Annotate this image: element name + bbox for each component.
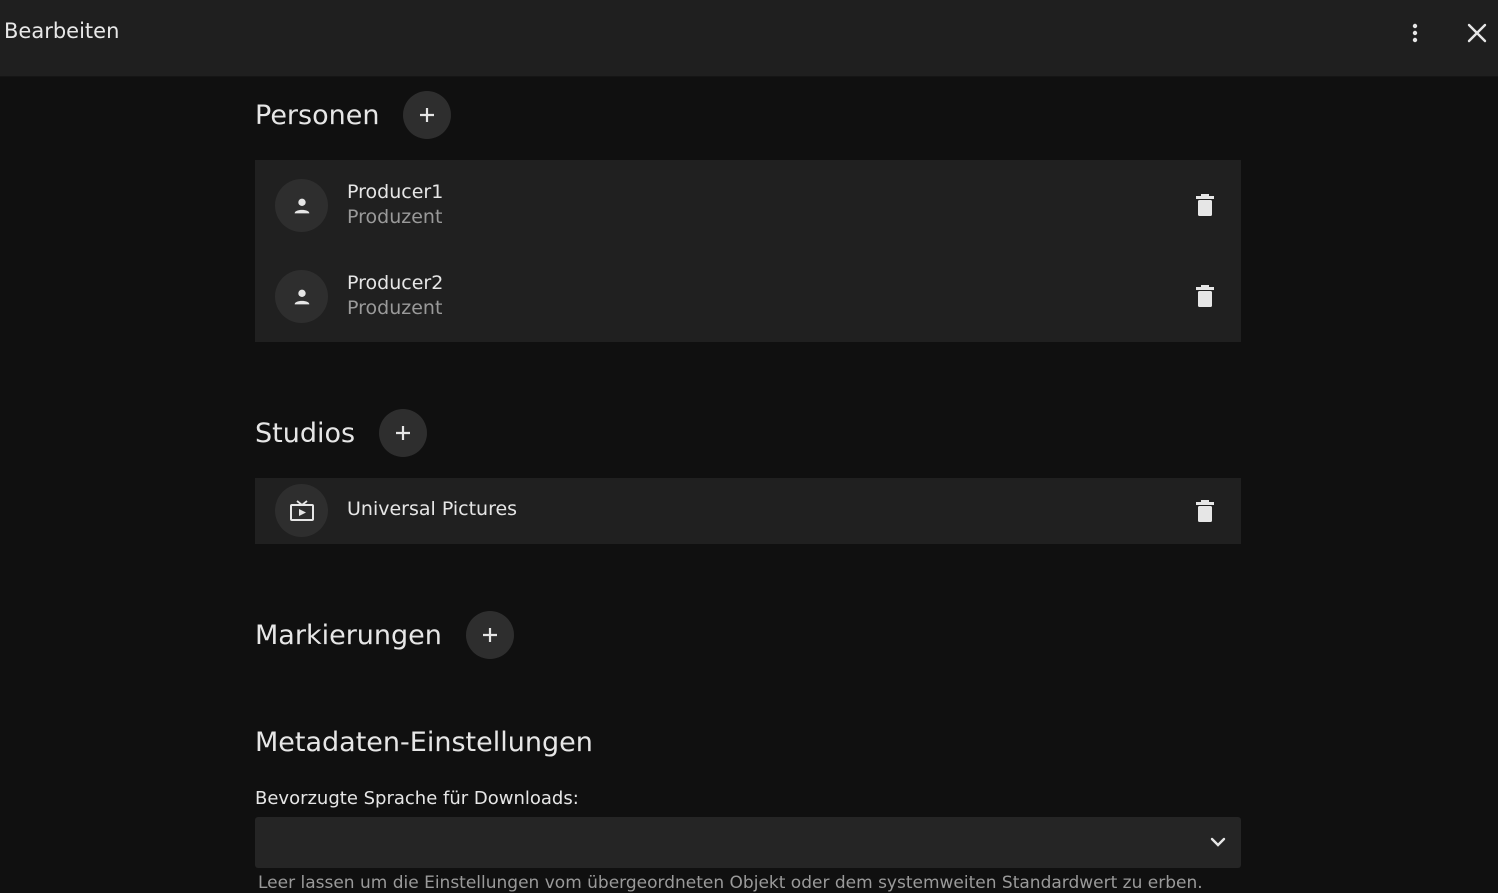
list-item[interactable]: Producer2 Produzent — [255, 251, 1241, 342]
person-name: Producer2 — [347, 272, 444, 294]
list-item[interactable]: Producer1 Produzent — [255, 160, 1241, 251]
trash-icon — [1196, 194, 1214, 216]
tags-heading: Markierungen — [255, 619, 442, 651]
plus-icon — [482, 628, 497, 642]
persons-section-header: Personen — [255, 91, 452, 139]
studio-name: Universal Pictures — [347, 498, 518, 520]
tags-section-header: Markierungen — [255, 611, 514, 659]
metadata-section-header: Metadaten-Einstellungen — [255, 727, 593, 758]
close-button[interactable] — [1457, 13, 1497, 53]
add-studio-button[interactable] — [379, 409, 428, 457]
person-role: Produzent — [347, 297, 443, 319]
metadata-heading: Metadaten-Einstellungen — [255, 727, 593, 758]
chevron-down-icon — [1210, 837, 1226, 847]
tv-icon — [289, 499, 314, 521]
delete-person-button[interactable] — [1191, 282, 1219, 310]
studios-list: Universal Pictures — [255, 478, 1241, 544]
person-name: Producer1 — [347, 181, 444, 203]
app-bar: Bearbeiten — [0, 0, 1498, 77]
language-label: Bevorzugte Sprache für Downloads: — [255, 788, 579, 809]
avatar — [275, 484, 328, 537]
list-item[interactable]: Universal Pictures — [255, 478, 1241, 544]
person-icon — [294, 289, 309, 304]
studios-section-header: Studios — [255, 409, 428, 457]
avatar — [275, 270, 328, 323]
close-icon — [1467, 23, 1487, 43]
avatar — [275, 179, 328, 232]
trash-icon — [1196, 285, 1214, 307]
studios-heading: Studios — [255, 417, 356, 449]
persons-heading: Personen — [255, 99, 380, 131]
trash-icon — [1196, 500, 1214, 522]
delete-person-button[interactable] — [1191, 191, 1219, 219]
person-role: Produzent — [347, 206, 443, 228]
add-person-button[interactable] — [403, 91, 452, 139]
plus-icon — [420, 108, 435, 122]
language-helper-text: Leer lassen um die Einstellungen vom übe… — [258, 873, 1203, 893]
page-title: Bearbeiten — [4, 19, 120, 43]
person-icon — [294, 198, 309, 213]
delete-studio-button[interactable] — [1191, 497, 1219, 525]
more-vert-icon — [1412, 23, 1418, 43]
language-select[interactable] — [255, 817, 1241, 868]
add-tag-button[interactable] — [465, 611, 514, 659]
more-options-button[interactable] — [1395, 13, 1435, 53]
persons-list: Producer1 Produzent Producer2 Produzent — [255, 160, 1241, 342]
plus-icon — [396, 426, 411, 440]
